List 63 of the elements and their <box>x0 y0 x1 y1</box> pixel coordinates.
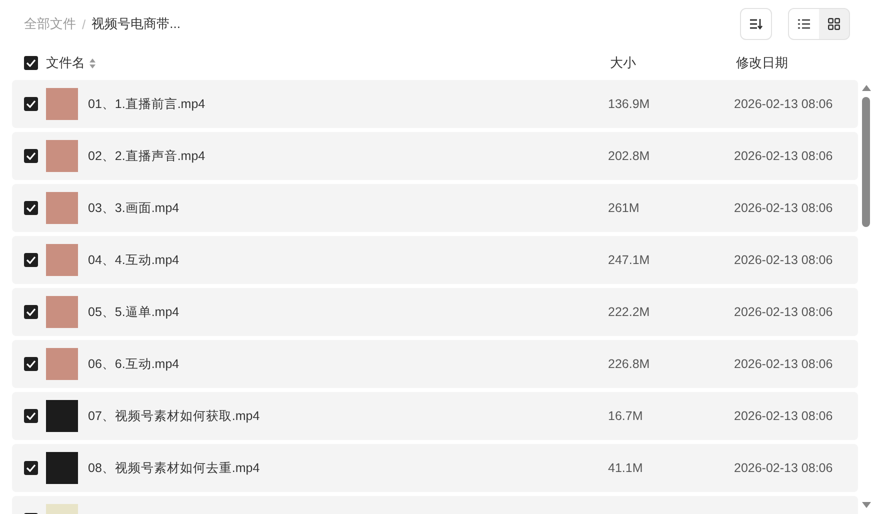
scroll-down-icon[interactable] <box>862 502 870 508</box>
video-thumbnail-placeholder <box>46 244 78 276</box>
modified-date: 2026-02-13 08:06 <box>734 305 833 319</box>
modified-date: 2026-02-13 08:06 <box>734 253 833 267</box>
file-row[interactable]: 05、5.逼单.mp4 222.2M 2026-02-13 08:06 <box>12 288 858 336</box>
file-size: 222.2M <box>608 305 651 319</box>
modified-date: 2026-02-13 08:06 <box>734 97 833 111</box>
video-thumbnail-placeholder <box>46 348 78 380</box>
video-thumbnail-placeholder <box>46 400 78 432</box>
list-icon <box>798 19 810 29</box>
file-row[interactable]: 02、2.直播声音.mp4 202.8M 2026-02-13 08:06 <box>12 132 858 180</box>
file-row[interactable]: 01、1.直播前言.mp4 136.9M 2026-02-13 08:06 <box>12 80 858 128</box>
modified-date: 2026-02-13 08:06 <box>734 409 833 423</box>
column-header[interactable]: 大小 <box>610 54 736 72</box>
file-size: 226.8M <box>608 357 651 371</box>
breadcrumb-separator: / <box>82 16 86 32</box>
file-name: 02、2.直播声音.mp4 <box>88 148 206 164</box>
column-header[interactable]: 文件名 <box>46 54 85 72</box>
video-thumbnail-placeholder <box>46 296 78 328</box>
file-row[interactable]: 04、4.互动.mp4 247.1M 2026-02-13 08:06 <box>12 236 858 284</box>
file-size: 16.7M <box>608 409 644 423</box>
sort-button[interactable] <box>740 8 772 40</box>
row-checkbox[interactable] <box>24 461 38 475</box>
file-name: 06、6.互动.mp4 <box>88 356 180 372</box>
file-name: 03、3.画面.mp4 <box>88 200 180 216</box>
row-checkbox[interactable] <box>24 253 38 267</box>
sort-icon <box>749 18 763 30</box>
file-row[interactable]: 07、视频号素材如何获取.mp4 16.7M 2026-02-13 08:06 <box>12 392 858 440</box>
modified-date: 2026-02-13 08:06 <box>734 149 833 163</box>
video-thumbnail-placeholder <box>46 192 78 224</box>
breadcrumb-item[interactable]: 视频号电商带... <box>92 15 180 33</box>
row-checkbox[interactable] <box>24 201 38 215</box>
file-row[interactable]: 06、6.互动.mp4 226.8M 2026-02-13 08:06 <box>12 340 858 388</box>
modified-date: 2026-02-13 08:06 <box>734 461 833 475</box>
file-size: 136.9M <box>608 97 651 111</box>
row-checkbox[interactable] <box>24 357 38 371</box>
file-size: 261M <box>608 201 640 215</box>
file-name: 07、视频号素材如何获取.mp4 <box>88 408 261 424</box>
grid-icon <box>828 18 840 30</box>
column-header[interactable]: 修改日期 <box>736 54 788 72</box>
file-row[interactable]: 08、视频号素材如何去重.mp4 41.1M 2026-02-13 08:06 <box>12 444 858 492</box>
row-checkbox[interactable] <box>24 97 38 111</box>
sort-arrows-icon <box>89 58 96 68</box>
row-checkbox[interactable] <box>24 409 38 423</box>
scrollbar-thumb[interactable] <box>862 97 870 227</box>
row-checkbox[interactable] <box>24 305 38 319</box>
file-name: 01、1.直播前言.mp4 <box>88 96 206 112</box>
video-thumbnail-placeholder <box>46 140 78 172</box>
video-thumbnail-placeholder <box>46 452 78 484</box>
file-name: 08、视频号素材如何去重.mp4 <box>88 460 261 476</box>
file-size: 247.1M <box>608 253 651 267</box>
file-size: 41.1M <box>608 461 644 475</box>
video-thumbnail-placeholder <box>46 88 78 120</box>
file-size: 202.8M <box>608 149 651 163</box>
scroll-up-icon[interactable] <box>862 85 870 91</box>
row-checkbox[interactable] <box>24 149 38 163</box>
file-name: 05、5.逼单.mp4 <box>88 304 180 320</box>
modified-date: 2026-02-13 08:06 <box>734 357 833 371</box>
modified-date: 2026-02-13 08:06 <box>734 201 833 215</box>
file-row[interactable]: 03、3.画面.mp4 261M 2026-02-13 08:06 <box>12 184 858 232</box>
select-all-checkbox[interactable] <box>24 56 38 70</box>
list-view-button[interactable] <box>789 9 819 39</box>
file-name: 04、4.互动.mp4 <box>88 252 180 268</box>
